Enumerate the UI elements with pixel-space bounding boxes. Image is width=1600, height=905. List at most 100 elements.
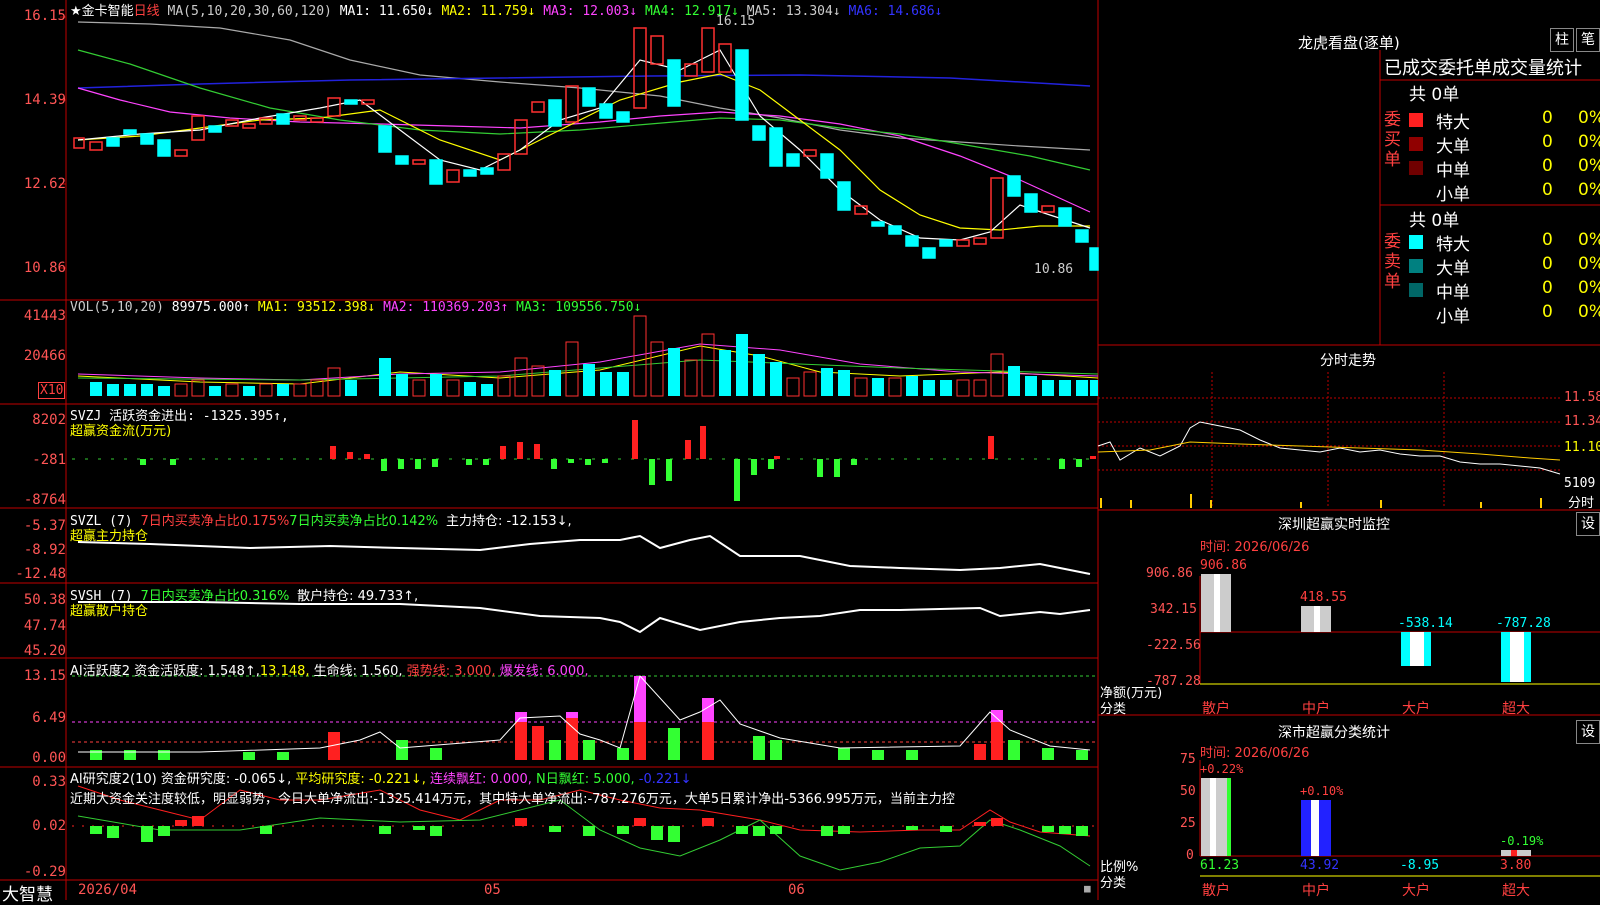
main-chart-canvas[interactable] xyxy=(0,0,1600,900)
monitor-category: 大户 xyxy=(1402,701,1430,717)
classify-xlabel: 分类 xyxy=(1100,876,1127,891)
svzj-axis-label: -281 xyxy=(32,452,66,468)
low-price-marker: 10.86 xyxy=(1034,262,1074,277)
ai-active-title: AI活跃度2 资金活跃度: 1.548↑,13.148, 生命线: 1.560,… xyxy=(70,660,589,679)
buy-row-count: 0 xyxy=(1542,156,1553,176)
classify-category: 散户 xyxy=(1202,883,1230,899)
sell-row-count: 0 xyxy=(1542,302,1553,322)
monitor-xlabel: 分类 xyxy=(1100,702,1127,717)
classify-top-label: -0.19% xyxy=(1500,834,1544,848)
sell-row-pct: 0% xyxy=(1578,278,1600,298)
bar-view-button[interactable]: 柱 xyxy=(1550,28,1574,52)
monitor-axis-label: 906.86 xyxy=(1146,566,1193,581)
ai-research-comment: 近期大资金关注度较低，明显弱势，今日大单净流出:-1325.414万元，其中特大… xyxy=(70,792,955,807)
sell-row-pct: 0% xyxy=(1578,302,1600,322)
svsh-axis-label: 50.38 xyxy=(23,592,66,608)
intraday-title: 分时走势 xyxy=(1320,353,1376,369)
ai-active-strong: 强势线: 3.000, xyxy=(406,664,496,679)
intraday-axis-label: 11.10 xyxy=(1564,440,1600,455)
stats-tabs[interactable]: 已成交委托单成交量统计 xyxy=(1384,54,1600,80)
period-label[interactable]: 日线 xyxy=(134,4,160,19)
sell-row-pct: 0% xyxy=(1578,254,1600,274)
ai-active-capital: 资金活跃度: 1.548↑, xyxy=(134,664,260,679)
classify-category: 中户 xyxy=(1302,883,1330,899)
ai-research-value: -0.221↓ xyxy=(638,772,692,787)
monitor-settings-button[interactable]: 设 xyxy=(1576,512,1600,536)
sell-row-count: 0 xyxy=(1542,278,1553,298)
ai-research-streak: 连续飘红: 0.000, xyxy=(430,772,532,787)
svzl-main-position: 主力持仓: -12.153↓, xyxy=(445,514,572,529)
star-icon[interactable]: ★ xyxy=(70,4,82,19)
ma5-value: MA5: 13.304↓ xyxy=(746,4,841,19)
svsh-axis-label: 45.20 xyxy=(23,643,66,659)
classify-bottom-value: 3.80 xyxy=(1500,858,1532,873)
stock-name[interactable]: 金卡智能 xyxy=(82,4,134,19)
monitor-axis-label: -222.56 xyxy=(1146,638,1201,653)
sell-orders-label: 委卖单 xyxy=(1384,232,1404,292)
high-price-marker: 16.15 xyxy=(716,14,756,29)
buy-row-count: 0 xyxy=(1542,180,1553,200)
intraday-axis-label: 11.58 xyxy=(1564,390,1600,405)
panel-title: 龙虎看盘(逐单) xyxy=(1298,34,1400,52)
price-axis-label: 14.39 xyxy=(23,92,66,108)
classify-bottom-value: 43.92 xyxy=(1300,858,1340,873)
svzj-subtitle: 超赢资金流(万元) xyxy=(70,424,172,439)
buy-row-label: 中单 xyxy=(1436,161,1470,181)
buy-row-pct: 0% xyxy=(1578,180,1600,200)
price-axis-label: 12.62 xyxy=(23,176,66,192)
sell-row-label: 小单 xyxy=(1436,307,1470,327)
monitor-time: 时间: 2026/06/26 xyxy=(1200,540,1310,555)
ai-research-axis-label: 0.33 xyxy=(32,774,66,790)
classify-title: 深市超赢分类统计 xyxy=(1278,725,1390,741)
classify-bottom-value: -8.95 xyxy=(1400,858,1440,873)
sell-row-count: 0 xyxy=(1542,230,1553,250)
classify-category: 超大 xyxy=(1502,883,1530,899)
sell-row-label: 特大 xyxy=(1436,235,1470,255)
classify-top-label: +0.22% xyxy=(1200,762,1244,776)
lock-icon[interactable]: ■ xyxy=(1084,882,1091,895)
axis-date-start: 2026/04 xyxy=(78,882,138,898)
brand-logo[interactable]: 大智慧 xyxy=(2,880,53,905)
svzl-subtitle: 超赢主力持仓 xyxy=(70,529,149,544)
tick-view-button[interactable]: 笔 xyxy=(1576,28,1600,52)
axis-month-6: 06 xyxy=(788,882,805,898)
chart-title-bar: ★金卡智能日线 MA(5,10,20,30,60,120) MA1: 11.65… xyxy=(70,0,942,19)
ma6-value: MA6: 14.686↓ xyxy=(848,4,943,19)
ma1-value: MA1: 11.650↓ xyxy=(339,4,434,19)
intraday-volume-label: 5109 xyxy=(1564,476,1596,491)
buy-total: 共 0单 xyxy=(1409,85,1460,105)
price-axis-label: 16.15 xyxy=(23,8,66,24)
sell-total: 共 0单 xyxy=(1409,211,1460,231)
buy-row-count: 0 xyxy=(1542,132,1553,152)
buy-row-count: 0 xyxy=(1542,108,1553,128)
buy-orders-label: 委买单 xyxy=(1384,110,1404,170)
svsh-ratio: 7日内买卖净占比0.316% xyxy=(140,589,290,604)
ai-research-avg: 平均研究度: -0.221↓, xyxy=(295,772,426,787)
ai-research-title: AI研究度2(10) 资金研究度: -0.065↓, 平均研究度: -0.221… xyxy=(70,768,692,787)
price-axis-label: 10.86 xyxy=(23,260,66,276)
svsh-axis-label: 47.74 xyxy=(23,618,66,634)
classify-time: 时间: 2026/06/26 xyxy=(1200,746,1310,761)
ai-active-axis-label: 13.15 xyxy=(23,668,66,684)
monitor-category: 散户 xyxy=(1202,701,1230,717)
classify-category: 大户 xyxy=(1402,883,1430,899)
sell-row-label: 中单 xyxy=(1436,283,1470,303)
volume-axis-label: 41443 xyxy=(23,308,66,324)
volume-multiplier[interactable]: X10 xyxy=(38,382,66,399)
volume-value: 89975.000↑ xyxy=(171,300,251,315)
classify-settings-button[interactable]: 设 xyxy=(1576,720,1600,744)
intraday-axis-label: 11.34 xyxy=(1564,414,1600,429)
svzl-axis-label: -12.48 xyxy=(15,566,66,582)
classify-axis-label: 0 xyxy=(1186,848,1194,863)
classify-top-label: +0.10% xyxy=(1300,784,1344,798)
sell-orders-text: 委卖单 xyxy=(1384,232,1401,292)
ai-active-value: 13.148, xyxy=(259,664,310,679)
ai-active-burst: 爆发线: 6.000, xyxy=(499,664,589,679)
ai-active-name: AI活跃度2 xyxy=(70,664,130,679)
volume-ma2: MA2: 110369.203↑ xyxy=(383,300,509,315)
svzl-ratio-b: 7日内买卖净占比0.142% xyxy=(289,514,439,529)
buy-row-pct: 0% xyxy=(1578,132,1600,152)
classify-axis-label: 50 xyxy=(1180,784,1196,799)
buy-row-pct: 0% xyxy=(1578,156,1600,176)
ma3-value: MA3: 12.003↓ xyxy=(543,4,638,19)
